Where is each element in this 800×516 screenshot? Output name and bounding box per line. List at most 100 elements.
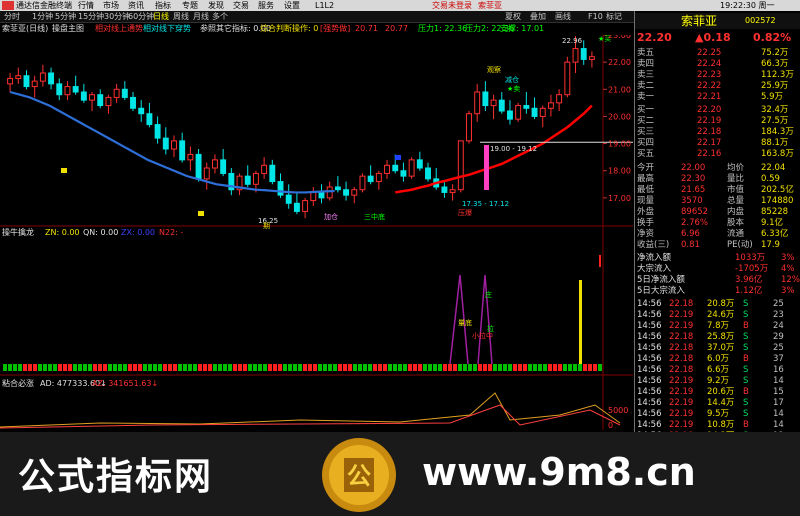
period-tab[interactable]: 15分钟 — [78, 11, 104, 23]
candle-body — [220, 159, 227, 174]
menu-item[interactable]: L1L2 — [315, 0, 334, 11]
menu-item[interactable]: 行情 — [78, 0, 94, 11]
candle-body — [466, 113, 472, 142]
candle-body — [48, 72, 55, 85]
candle-body — [269, 164, 276, 183]
volume-strip-bar — [388, 364, 392, 371]
menu-item[interactable]: 指标 — [155, 0, 171, 11]
annotation-label: ★卖 — [507, 85, 520, 93]
tool-button[interactable]: 夏权 — [505, 11, 521, 23]
quote-cell: 25 — [773, 299, 784, 309]
volume-strip-bar — [333, 364, 337, 371]
volume-strip-bar — [293, 364, 297, 371]
volume-strip-bar — [563, 364, 567, 371]
quote-cell: 流通 — [727, 229, 745, 239]
volume-strip-bar — [133, 364, 137, 371]
quote-cell: 3.96亿 — [735, 275, 763, 285]
quote-cell: 22.19 — [669, 321, 694, 331]
quote-cell: S — [743, 376, 749, 386]
quote-cell: 0.59 — [761, 174, 780, 184]
candle-body — [400, 170, 407, 177]
indicator-title-bar: 索菲亚(日线) 操盘主图 相对线上通势 相对线下穿势 参照其它指标: 0.00 … — [0, 23, 633, 35]
indicator-label: [强势做] — [320, 24, 351, 33]
pane-legend: N22: - — [159, 228, 183, 237]
menu-item[interactable]: 资讯 — [128, 0, 144, 11]
quote-cell: 最低 — [637, 185, 655, 195]
period-tab[interactable]: 分时 — [4, 11, 20, 23]
candle-body — [564, 61, 571, 96]
menu-item[interactable]: 交易 — [233, 0, 249, 11]
quote-cell: 14:56 — [637, 409, 662, 419]
period-tab[interactable]: 5分钟 — [55, 11, 76, 23]
quote-cell: 75.2万 — [761, 48, 789, 58]
period-tab[interactable]: 30分钟 — [104, 11, 130, 23]
candle-body — [187, 153, 194, 161]
quote-cell: 16 — [773, 365, 784, 375]
quote-cell: 14:56 — [637, 376, 662, 386]
menu-item[interactable]: 发现 — [208, 0, 224, 11]
login-status[interactable]: 交易未登录 — [432, 0, 472, 11]
quote-cell: 21.65 — [681, 185, 706, 195]
quote-cell: 14:56 — [637, 299, 662, 309]
candle-body — [277, 181, 284, 196]
volume-strip-bar — [498, 364, 502, 371]
period-tab-active[interactable]: 日线 — [153, 11, 169, 23]
tool-button[interactable]: 画线 — [555, 11, 571, 23]
annotation-label: 三中底 — [364, 212, 385, 221]
volume-strip-bar — [113, 364, 117, 371]
quote-cell: 20.8万 — [707, 299, 735, 309]
tick-row: 14:56 22.18 6.6万 S 16 — [635, 365, 800, 376]
candle-body — [121, 88, 128, 98]
quote-cell: 换手 — [637, 218, 655, 228]
stat-row: 收益(三) 0.81 PE(动) 17.9 — [635, 240, 800, 251]
chart-area[interactable]: 22.96 ★买观察减仓★卖19.00 - 19.1216.2517.35 - 1… — [0, 35, 633, 430]
quote-cell: B — [743, 387, 749, 397]
tool-button[interactable]: F10 — [588, 11, 603, 23]
volume-strip-bar — [243, 364, 247, 371]
quote-cell: 买五 — [637, 149, 655, 159]
menu-item[interactable]: 设置 — [284, 0, 300, 11]
tick-row: 14:56 22.18 6.0万 B 37 — [635, 354, 800, 365]
quote-cell: S — [743, 299, 749, 309]
period-tab[interactable]: 周线 — [173, 11, 189, 23]
bid-row: 买五 22.16 163.8万 — [635, 149, 800, 160]
menu-item[interactable]: 专题 — [182, 0, 198, 11]
quote-cell: 23 — [773, 310, 784, 320]
candle-body — [334, 186, 341, 191]
quote-cell: 收益(三) — [637, 240, 670, 250]
quote-cell: 22.00 — [681, 163, 706, 173]
indicator-name[interactable]: 操盘主图 — [52, 23, 84, 35]
volume-strip-bar — [598, 364, 602, 371]
quote-cell: 66.3万 — [761, 59, 789, 69]
period-tab[interactable]: 1分钟 — [32, 11, 53, 23]
quote-cell: 27.5万 — [761, 116, 789, 126]
volume-strip-bar — [438, 364, 442, 371]
quote-cell: 22.30 — [681, 174, 706, 184]
svg-text:公: 公 — [347, 462, 371, 490]
tool-button[interactable]: 标记 — [606, 11, 622, 23]
quote-cell: 17 — [773, 398, 784, 408]
quote-cell: 买二 — [637, 116, 655, 126]
menu-item[interactable]: 服务 — [258, 0, 274, 11]
quote-cell: 最高 — [637, 174, 655, 184]
period-tab[interactable]: 多个 — [212, 11, 228, 23]
candle-body — [416, 159, 423, 169]
indicator-label: 综合判断操作: 0 — [260, 24, 319, 33]
period-tab[interactable]: 月线 — [193, 11, 209, 23]
tick-label: 22.00 — [608, 58, 631, 67]
volume-strip-bar — [143, 364, 147, 371]
volume-strip-bar — [418, 364, 422, 371]
quote-panel: 索菲亚 002572 22.20 ▲0.18 0.82% 卖五 22.25 75.2… — [634, 11, 800, 441]
volume-strip-bar — [163, 364, 167, 371]
volume-strip-bar — [108, 364, 112, 371]
period-tab[interactable]: 60分钟 — [128, 11, 154, 23]
menu-item[interactable]: 市场 — [103, 0, 119, 11]
price-change: ▲0.18 — [695, 31, 731, 44]
candle-body — [171, 140, 177, 150]
stat-row: 最低 21.65 市值 202.5亿 — [635, 185, 800, 196]
tool-button[interactable]: 叠加 — [530, 11, 546, 23]
quote-cell: 22.19 — [669, 387, 694, 397]
quote-cell: 1.12亿 — [735, 286, 763, 296]
volume-strip-bar — [218, 364, 222, 371]
volume-strip-bar — [463, 364, 467, 371]
